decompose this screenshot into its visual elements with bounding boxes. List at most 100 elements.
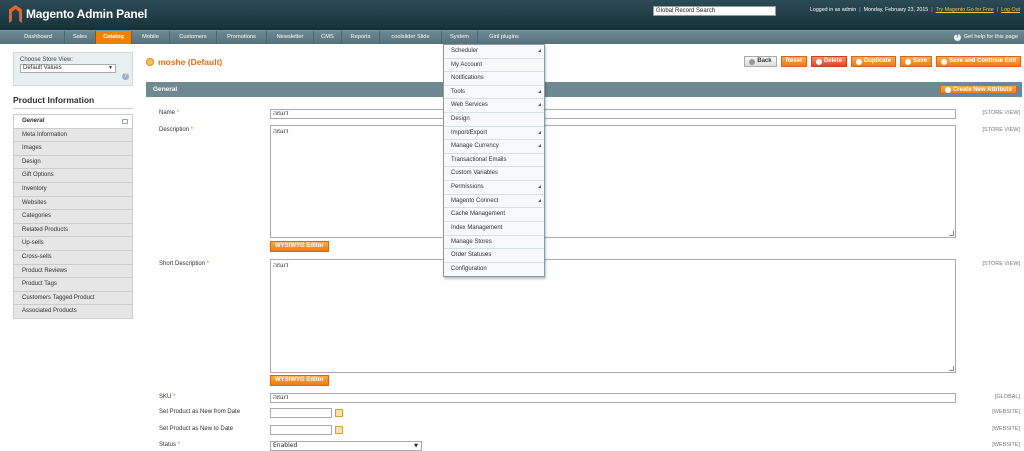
- submenu-arrow-icon: [538, 89, 541, 93]
- description-scope: [STORE VIEW]: [982, 127, 1021, 133]
- menu-item-configuration[interactable]: Configuration: [444, 262, 544, 277]
- nav-reports[interactable]: Reports: [342, 31, 380, 44]
- name-input[interactable]: דוגמה: [270, 109, 956, 119]
- menu-item-label: Manage Currency: [451, 143, 499, 150]
- new-from-date-input[interactable]: [270, 408, 332, 418]
- description-wysiwyg-button[interactable]: WYSIWYG Editor: [270, 241, 329, 252]
- try-magento-link[interactable]: Try Magento Go for Free: [936, 7, 994, 13]
- short-description-wysiwyg-button[interactable]: WYSIWYG Editor: [270, 375, 329, 386]
- tab-design[interactable]: Design: [14, 154, 132, 169]
- nav-catalog[interactable]: Catalog: [96, 31, 132, 44]
- menu-item-label: Cache Management: [451, 211, 506, 218]
- sku-label: SKU *: [159, 394, 176, 400]
- logged-in-text: Logged in as admin: [809, 7, 857, 13]
- calendar-icon[interactable]: [335, 426, 343, 434]
- short-description-textarea[interactable]: דוגמה: [270, 259, 956, 373]
- menu-item-notifications[interactable]: Notifications: [444, 72, 544, 86]
- create-attribute-button[interactable]: Create New Attribute: [939, 85, 1017, 94]
- nav-giril-plugins[interactable]: Giril plugins: [478, 31, 530, 44]
- menu-item-cache-management[interactable]: Cache Management: [444, 208, 544, 222]
- nav-mobile[interactable]: Mobile: [132, 31, 170, 44]
- store-select-value: Default Values: [23, 65, 62, 71]
- submenu-arrow-icon: [538, 103, 541, 107]
- description-label-text: Description: [159, 127, 190, 133]
- tab-meta-information[interactable]: Meta Information: [14, 127, 132, 142]
- sku-input[interactable]: דוגמה: [270, 393, 956, 403]
- help-link[interactable]: ? Get help for this page: [953, 31, 1018, 44]
- nav-system[interactable]: System: [442, 31, 478, 44]
- save-continue-button[interactable]: Save and Continue Edit: [935, 56, 1021, 67]
- menu-item-manage-stores[interactable]: Manage Stores: [444, 235, 544, 250]
- reset-button[interactable]: Reset: [780, 56, 807, 67]
- tab-inventory[interactable]: Inventory: [14, 181, 132, 196]
- menu-item-index-management[interactable]: Index Management: [444, 221, 544, 236]
- duplicate-icon: [855, 58, 862, 65]
- tab-general[interactable]: General: [14, 114, 132, 128]
- calendar-icon[interactable]: [335, 409, 343, 417]
- menu-item-design[interactable]: Design: [444, 113, 544, 127]
- tab-categories[interactable]: Categories: [14, 209, 132, 223]
- back-button[interactable]: Back: [744, 56, 777, 67]
- menu-item-label: Index Management: [451, 224, 503, 231]
- submenu-arrow-icon: [538, 144, 541, 148]
- nav-coolslider[interactable]: coolslider Slide: [380, 31, 442, 44]
- magento-logo[interactable]: Magento Admin Panel: [9, 5, 147, 23]
- menu-item-custom-variables[interactable]: Custom Variables: [444, 167, 544, 182]
- tab-websites[interactable]: Websites: [14, 195, 132, 210]
- duplicate-button[interactable]: Duplicate: [850, 56, 896, 67]
- menu-item-my-account[interactable]: My Account: [444, 58, 544, 73]
- nav-promotions[interactable]: Promotions: [217, 31, 267, 44]
- nav-cms[interactable]: CMS: [314, 31, 342, 44]
- page-title-text: moshe (Default): [158, 57, 223, 67]
- new-to-scope: [WEBSITE]: [992, 426, 1020, 432]
- question-icon[interactable]: ?: [122, 73, 129, 80]
- nav-newsletter[interactable]: Newsletter: [267, 31, 314, 44]
- tab-cross-sells[interactable]: Cross-sells: [14, 249, 132, 264]
- changed-icon: [122, 119, 128, 124]
- store-label: Choose Store View:: [20, 57, 73, 63]
- nav-customers[interactable]: Customers: [170, 31, 217, 44]
- sidebar: Choose Store View: Default Values ▼ ? Pro…: [13, 52, 133, 319]
- menu-item-scheduler[interactable]: Scheduler: [444, 45, 544, 59]
- page-title: moshe (Default): [146, 57, 222, 67]
- delete-label: Delete: [823, 58, 842, 64]
- tab-associated-products[interactable]: Associated Products: [14, 304, 132, 318]
- tab-related-products[interactable]: Related Products: [14, 222, 132, 237]
- tab-product-tags[interactable]: Product Tags: [14, 277, 132, 291]
- menu-item-manage-currency[interactable]: Manage Currency: [444, 140, 544, 154]
- global-search-input[interactable]: Global Record Search: [653, 6, 776, 16]
- delete-button[interactable]: Delete: [810, 56, 847, 67]
- section-title: General: [153, 86, 178, 93]
- nav-dashboard[interactable]: Dashboard: [0, 31, 65, 44]
- menu-item-label: Notifications: [451, 75, 484, 82]
- status-label-text: Status: [159, 442, 177, 448]
- menu-item-tools[interactable]: Tools: [444, 85, 544, 100]
- tab-up-sells[interactable]: Up-sells: [14, 236, 132, 250]
- logout-link[interactable]: Log Out: [1001, 7, 1020, 13]
- tab-product-reviews[interactable]: Product Reviews: [14, 263, 132, 278]
- resize-handle-icon[interactable]: [949, 231, 954, 236]
- resize-handle-icon[interactable]: [949, 366, 954, 371]
- description-textarea[interactable]: דוגמה: [270, 125, 956, 238]
- name-label-text: Name: [159, 110, 176, 116]
- menu-item-label: Transactional Emails: [451, 156, 507, 163]
- nav-sales[interactable]: Sales: [65, 31, 96, 44]
- save-continue-label: Save and Continue Edit: [948, 58, 1016, 64]
- menu-item-magento-connect[interactable]: Magento Connect: [444, 194, 544, 209]
- menu-item-web-services[interactable]: Web Services: [444, 99, 544, 114]
- store-select[interactable]: Default Values ▼: [20, 64, 116, 73]
- menu-item-permissions[interactable]: Permissions: [444, 181, 544, 195]
- menu-item-transactional-emails[interactable]: Transactional Emails: [444, 153, 544, 168]
- tab-gift-options[interactable]: Gift Options: [14, 168, 132, 182]
- save-button[interactable]: Save: [899, 56, 932, 67]
- description-label: Description *: [159, 127, 194, 133]
- header-links: Logged in as admin | Monday, February 23, …: [809, 7, 1020, 13]
- new-to-date-input[interactable]: [270, 425, 332, 435]
- sku-scope: [GLOBAL]: [994, 394, 1020, 400]
- reset-label: Reset: [785, 58, 802, 64]
- menu-item-import-export[interactable]: Import/Export: [444, 126, 544, 141]
- menu-item-order-statuses[interactable]: Order Statuses: [444, 249, 544, 263]
- tab-customers-tagged-product[interactable]: Customers Tagged Product: [14, 290, 132, 305]
- tab-images[interactable]: Images: [14, 141, 132, 155]
- menu-item-label: Configuration: [451, 265, 487, 272]
